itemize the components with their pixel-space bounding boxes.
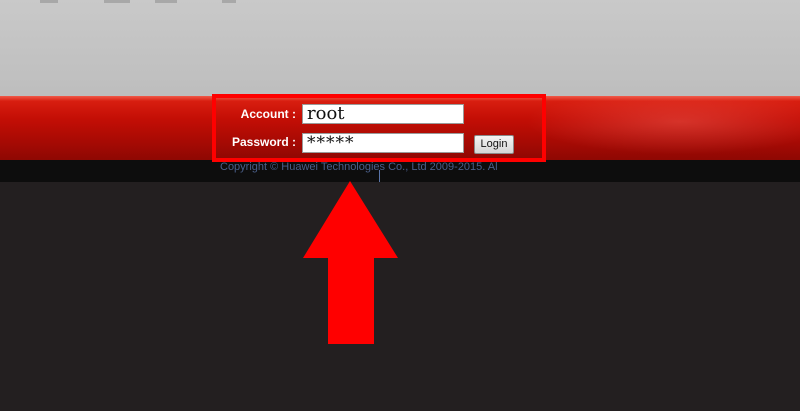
up-arrow-icon — [303, 181, 398, 344]
router-login-page: Account : root Password : ***** Login Co… — [0, 0, 800, 411]
